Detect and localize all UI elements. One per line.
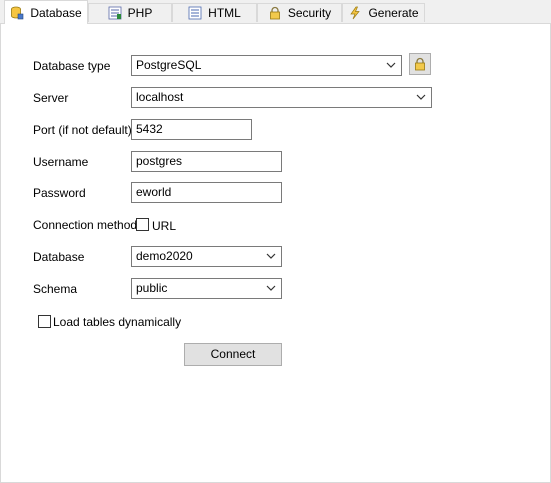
database-type-value: PostgreSQL xyxy=(136,58,202,72)
chevron-down-icon xyxy=(386,62,396,68)
password-input[interactable]: eworld xyxy=(131,182,282,203)
server-select[interactable]: localhost xyxy=(131,87,432,108)
database-label: Database xyxy=(33,250,85,264)
load-tables-checkbox[interactable] xyxy=(38,315,51,328)
database-value: demo2020 xyxy=(136,249,193,263)
connection-method-label: Connection method xyxy=(33,218,138,232)
schema-value: public xyxy=(136,281,168,295)
port-value: 5432 xyxy=(136,122,163,136)
server-label: Server xyxy=(33,91,69,105)
port-label: Port (if not default) xyxy=(33,123,132,137)
username-value: postgres xyxy=(136,154,183,168)
padlock-icon xyxy=(415,57,425,71)
lock-button[interactable] xyxy=(409,53,431,75)
database-type-label: Database type xyxy=(33,59,111,73)
url-checkbox[interactable] xyxy=(136,218,149,231)
connect-button[interactable]: Connect xyxy=(184,343,282,366)
chevron-down-icon xyxy=(266,253,276,259)
server-value: localhost xyxy=(136,90,184,104)
url-checkbox-label: URL xyxy=(152,219,177,233)
schema-label: Schema xyxy=(33,282,78,296)
schema-select[interactable]: public xyxy=(131,278,282,299)
port-input[interactable]: 5432 xyxy=(131,119,252,140)
database-select[interactable]: demo2020 xyxy=(131,246,282,267)
chevron-down-icon xyxy=(266,285,276,291)
database-type-select[interactable]: PostgreSQL xyxy=(131,55,402,76)
password-value: eworld xyxy=(136,185,172,199)
username-label: Username xyxy=(33,155,89,169)
password-label: Password xyxy=(33,186,86,200)
username-input[interactable]: postgres xyxy=(131,151,282,172)
chevron-down-icon xyxy=(416,94,426,100)
load-tables-label: Load tables dynamically xyxy=(53,315,182,329)
